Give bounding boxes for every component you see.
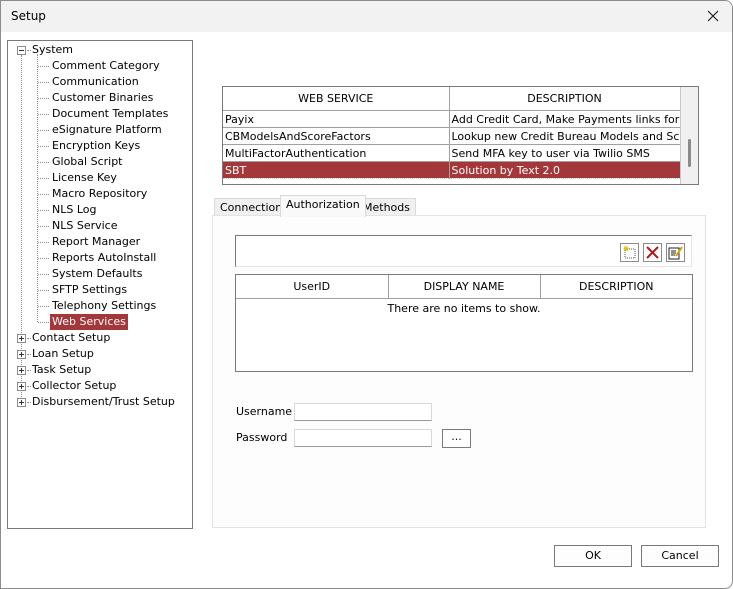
delete-user-button[interactable]: [643, 243, 662, 262]
tab-authorization[interactable]: Authorization: [280, 195, 366, 217]
tree-connector: [38, 82, 49, 83]
tree-connector: [38, 114, 49, 115]
expand-icon[interactable]: [17, 366, 26, 375]
tree-connector: [38, 226, 49, 227]
tree-connector: [38, 274, 49, 275]
users-toolbar: [235, 235, 692, 267]
web-service-row[interactable]: MultiFactorAuthentication Send MFA key to…: [223, 144, 681, 162]
web-service-description: Solution by Text 2.0: [449, 161, 681, 179]
column-header-description[interactable]: DESCRIPTION: [449, 87, 681, 111]
vertical-scrollbar[interactable]: [680, 87, 698, 184]
collapse-icon[interactable]: [17, 46, 26, 55]
tree-node-label: System Defaults: [52, 267, 143, 280]
web-service-row[interactable]: CBModelsAndScoreFactors Lookup new Credit…: [223, 127, 681, 145]
web-service-name: Payix: [223, 110, 450, 128]
tree-connector: [38, 210, 49, 211]
web-service-name: SBT: [223, 161, 450, 179]
expand-icon[interactable]: [17, 382, 26, 391]
password-label: Password: [236, 431, 288, 444]
web-service-description: Add Credit Card, Make Payments links for…: [449, 110, 681, 128]
tree-node-label: Task Setup: [32, 363, 92, 376]
window-title: Setup: [11, 9, 46, 23]
web-service-row[interactable]: SBT Solution by Text 2.0: [223, 161, 681, 179]
setup-tree[interactable]: System Comment Category Communication Custo…: [7, 40, 193, 529]
tree-connector: [38, 146, 49, 147]
close-button[interactable]: [700, 4, 726, 28]
expand-icon[interactable]: [17, 350, 26, 359]
tree-node-label: Document Templates: [52, 107, 169, 120]
tree-connector: [38, 306, 49, 307]
tree-connector: [38, 162, 49, 163]
tree-connector: [38, 178, 49, 179]
tree-connector: [38, 66, 49, 67]
password-browse-button[interactable]: ...: [442, 429, 471, 448]
users-grid[interactable]: UserID DISPLAY NAME DESCRIPTION There ar…: [235, 274, 693, 372]
grid-header-row: WEB SERVICE DESCRIPTION: [223, 87, 681, 111]
tree-node-label: Telephony Settings: [52, 299, 157, 312]
edit-icon: [668, 246, 683, 260]
tree-connector: [38, 290, 49, 291]
column-header-display-name[interactable]: DISPLAY NAME: [388, 275, 541, 299]
tree-node-label: eSignature Platform: [52, 123, 162, 136]
users-header-row: UserID DISPLAY NAME DESCRIPTION: [236, 275, 692, 299]
tree-node-label: Contact Setup: [32, 331, 111, 344]
tree-node-label: Global Script: [52, 155, 123, 168]
expand-icon[interactable]: [17, 398, 26, 407]
setup-dialog: Setup System Comment Category Communicatio…: [0, 0, 733, 589]
empty-message: There are no items to show.: [387, 302, 541, 315]
tree-connector: [38, 194, 49, 195]
tree-node-label: Customer Binaries: [52, 91, 154, 104]
tree-node-label: Loan Setup: [32, 347, 94, 360]
tree-node-label: Macro Repository: [52, 187, 148, 200]
tree-node-label: Report Manager: [52, 235, 141, 248]
tree-node-label: Encryption Keys: [52, 139, 141, 152]
tree-connector: [38, 242, 49, 243]
tree-node-label: Collector Setup: [32, 379, 117, 392]
tree-node-label: SFTP Settings: [52, 283, 128, 296]
tree-node-label: NLS Service: [52, 219, 118, 232]
tree-node-label: License Key: [52, 171, 117, 184]
scrollbar-thumb[interactable]: [688, 139, 691, 167]
tree-connector: [38, 98, 49, 99]
new-icon: [623, 246, 636, 259]
ok-button[interactable]: OK: [554, 545, 632, 567]
web-service-name: MultiFactorAuthentication: [223, 144, 450, 162]
tree-node-label: Comment Category: [52, 59, 160, 72]
expand-icon[interactable]: [17, 334, 26, 343]
tab-connection[interactable]: Connection: [214, 198, 289, 216]
tree-connector: [38, 130, 49, 131]
column-header-description[interactable]: DESCRIPTION: [540, 275, 692, 299]
new-user-button[interactable]: [620, 243, 639, 262]
close-icon: [707, 10, 719, 22]
tree-connector: [37, 54, 38, 322]
web-service-description: Send MFA key to user via Twilio SMS: [449, 144, 681, 162]
edit-user-button[interactable]: [666, 243, 685, 262]
tree-connector: [38, 258, 49, 259]
delete-icon: [646, 246, 659, 259]
tree-connector: [38, 322, 49, 323]
cancel-button[interactable]: Cancel: [641, 545, 719, 567]
username-field[interactable]: [294, 403, 432, 421]
tree-node-label: Reports AutoInstall: [52, 251, 157, 264]
column-header-userid[interactable]: UserID: [236, 275, 389, 299]
username-label: Username: [236, 405, 293, 418]
tab-methods[interactable]: Methods: [357, 198, 416, 216]
column-header-web-service[interactable]: WEB SERVICE: [223, 87, 450, 111]
tree-node-label: Web Services: [50, 314, 128, 330]
tree-node-label: Communication: [52, 75, 139, 88]
web-service-name: CBModelsAndScoreFactors: [223, 127, 450, 145]
web-services-grid[interactable]: WEB SERVICE DESCRIPTION Payix Add Credit …: [222, 86, 699, 185]
password-field[interactable]: [294, 429, 432, 447]
web-service-row[interactable]: Payix Add Credit Card, Make Payments link…: [223, 110, 681, 128]
tree-node-label: NLS Log: [52, 203, 97, 216]
title-bar: Setup: [1, 1, 732, 32]
web-service-description: Lookup new Credit Bureau Models and Sc..…: [449, 127, 681, 145]
tree-node-label: Disbursement/Trust Setup: [32, 395, 175, 408]
